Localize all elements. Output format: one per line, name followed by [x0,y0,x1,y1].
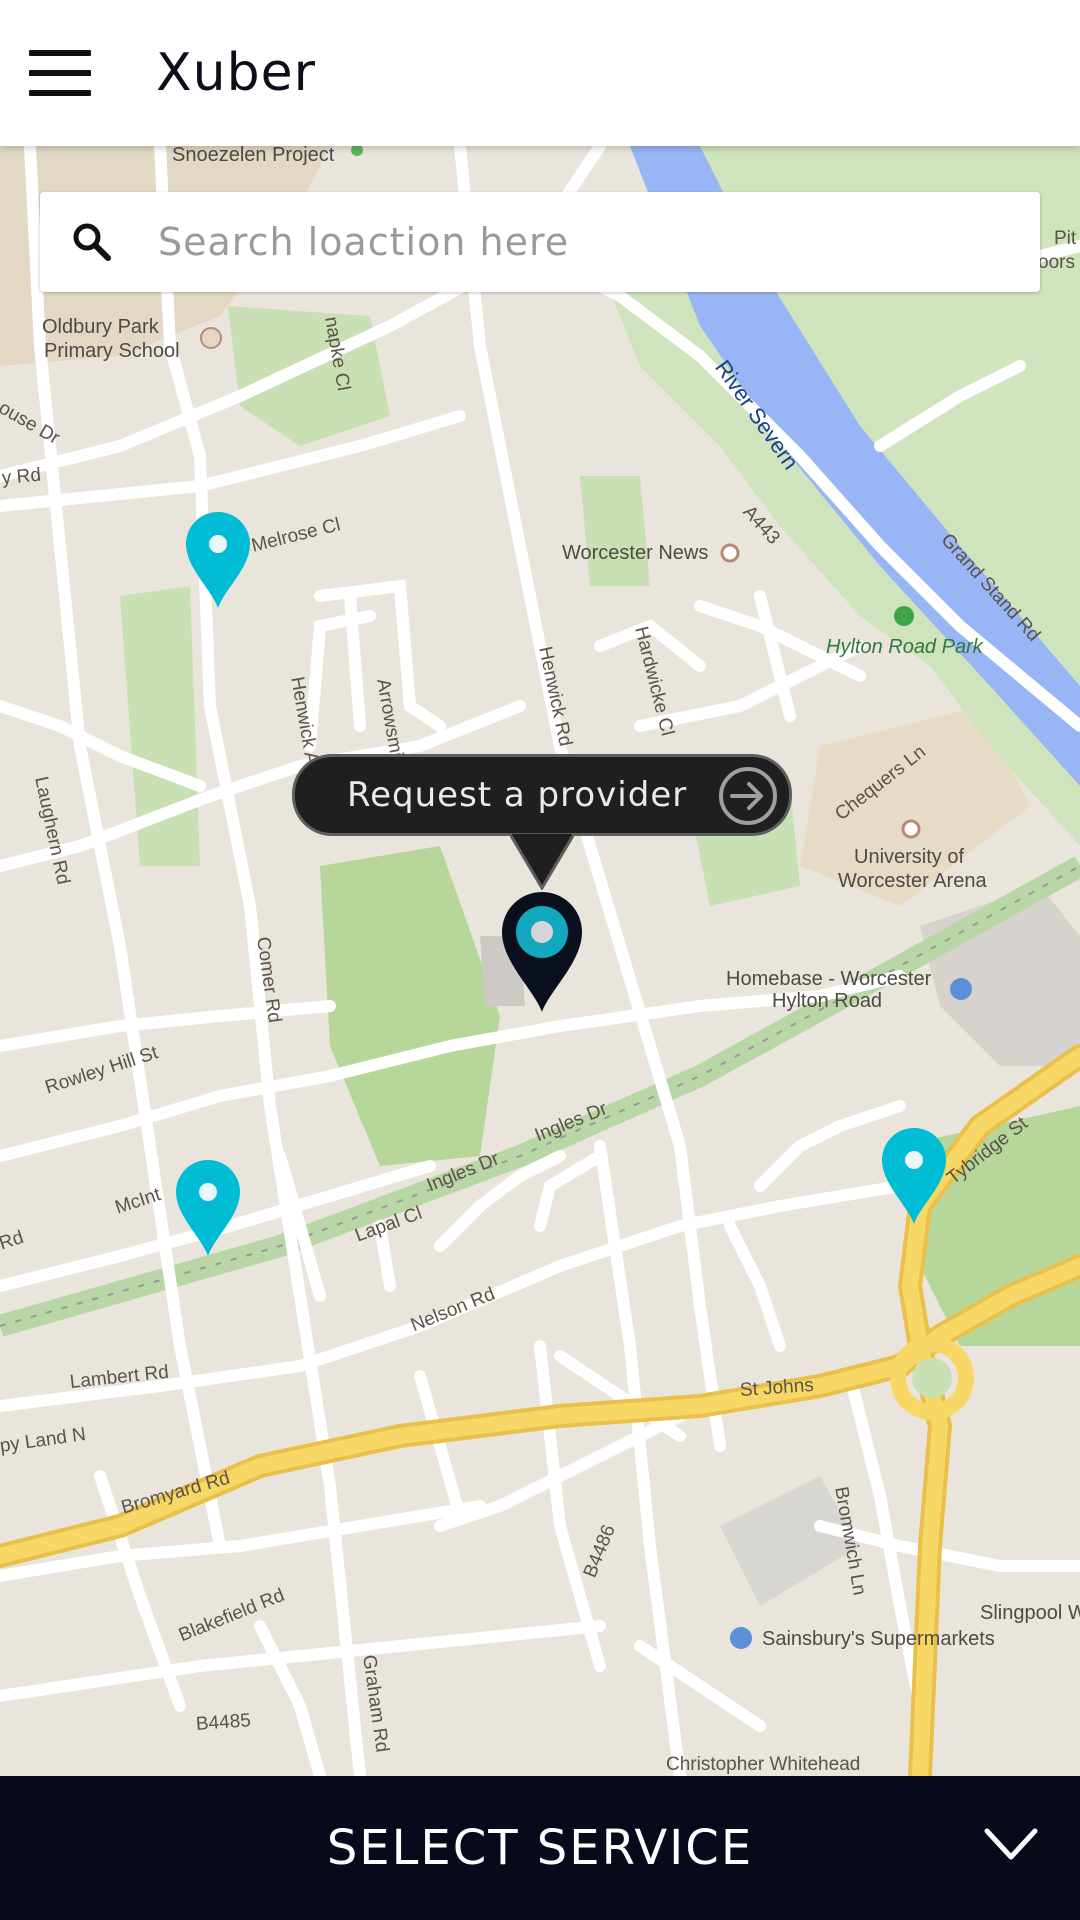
map-label: Homebase - Worcester [726,968,932,990]
app-bar: Xuber [0,0,1080,146]
map-label: Snoezelen Project [172,146,335,166]
request-provider-label: Request a provider [347,775,688,815]
map-label: Slingpool W [980,1602,1080,1624]
map-label: Worcester Arena [838,870,987,892]
map-pin-icon[interactable] [880,1126,948,1226]
map-label: Hylton Road [772,990,883,1012]
map-label: y Rd [1,464,42,489]
map-label: Hylton Road Park [826,636,983,658]
menu-icon[interactable] [0,0,120,146]
search-input[interactable] [158,220,978,264]
search-icon[interactable] [70,220,114,264]
app-title: Xuber [156,43,316,103]
arrow-right-circle-icon[interactable] [717,765,779,827]
map-label: Oldbury Park [42,316,159,338]
select-service-label: SELECT SERVICE [326,1820,754,1876]
chevron-down-icon[interactable] [984,1826,1038,1862]
selected-location-pin-icon[interactable] [500,890,584,1014]
map-label: Worcester News [562,542,709,564]
app-root: Xuber Snoezelen Project Oldbury Park Pri… [0,0,1080,1920]
map-label: B4485 [195,1710,252,1735]
map-label: Christopher Whitehead [666,1754,861,1775]
select-service-bar[interactable]: SELECT SERVICE [0,1776,1080,1920]
map-label: Sainsbury's Supermarkets [762,1628,995,1650]
map-label: Primary School [44,340,180,362]
map-label: oors [1038,252,1075,273]
request-provider-tooltip[interactable]: Request a provider [292,754,792,836]
tooltip-pointer [510,834,574,890]
map-pin-icon[interactable] [174,1158,242,1258]
map-pin-icon[interactable] [184,510,252,610]
map-label: Pit [1054,228,1077,249]
map-label: University of [854,846,965,868]
search-bar[interactable] [40,192,1040,292]
